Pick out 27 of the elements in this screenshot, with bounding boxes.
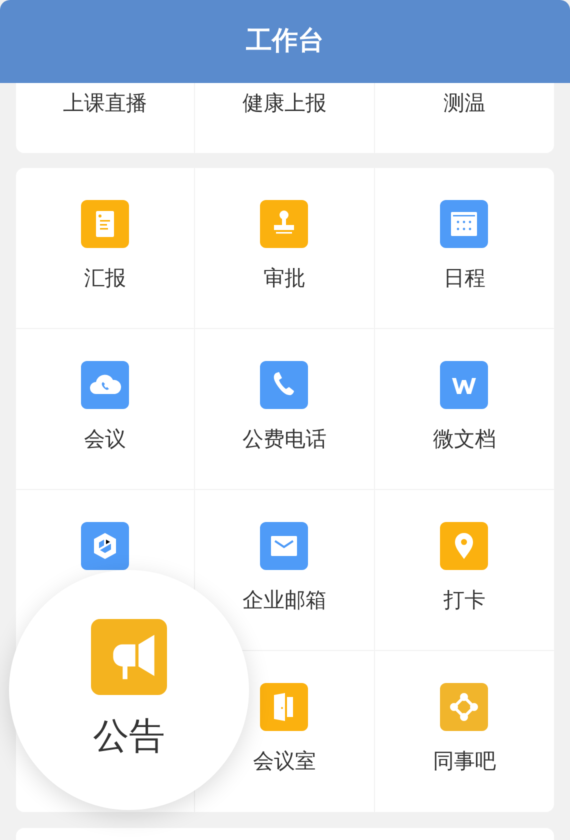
app-label[interactable]: 打卡 bbox=[443, 588, 486, 614]
page-title: 工作台 bbox=[246, 25, 324, 58]
app-label[interactable]: 上课直播 bbox=[63, 91, 148, 153]
stamp-icon[interactable] bbox=[260, 200, 308, 248]
network-icon[interactable] bbox=[440, 683, 488, 731]
megaphone-icon[interactable] bbox=[91, 619, 167, 695]
app-label[interactable]: 会议 bbox=[84, 427, 126, 452]
door-icon[interactable] bbox=[260, 683, 308, 731]
location-pin-icon[interactable] bbox=[440, 522, 488, 570]
cloud-phone-icon[interactable] bbox=[81, 361, 130, 409]
cube-icon[interactable] bbox=[81, 522, 130, 570]
app-label[interactable]: 汇报 bbox=[84, 266, 126, 292]
magnified-label: 公告 bbox=[93, 715, 165, 758]
app-label[interactable]: 健康上报 bbox=[242, 91, 326, 153]
app-label[interactable]: 公费电话 bbox=[242, 427, 326, 452]
calendar-icon[interactable] bbox=[440, 200, 488, 248]
app-label[interactable]: 测温 bbox=[443, 91, 486, 153]
app-label[interactable]: 企业邮箱 bbox=[242, 588, 326, 614]
app-label[interactable]: 日程 bbox=[443, 266, 486, 292]
app-label[interactable]: 微文档 bbox=[432, 427, 496, 452]
report-icon[interactable] bbox=[81, 200, 130, 248]
app-label[interactable]: 审批 bbox=[263, 266, 306, 292]
phone-icon[interactable] bbox=[260, 361, 308, 409]
app-label[interactable]: 同事吧 bbox=[432, 749, 496, 774]
letter-w-icon[interactable] bbox=[440, 361, 488, 409]
app-label[interactable]: 会议室 bbox=[252, 749, 316, 774]
mail-icon[interactable] bbox=[260, 522, 308, 570]
